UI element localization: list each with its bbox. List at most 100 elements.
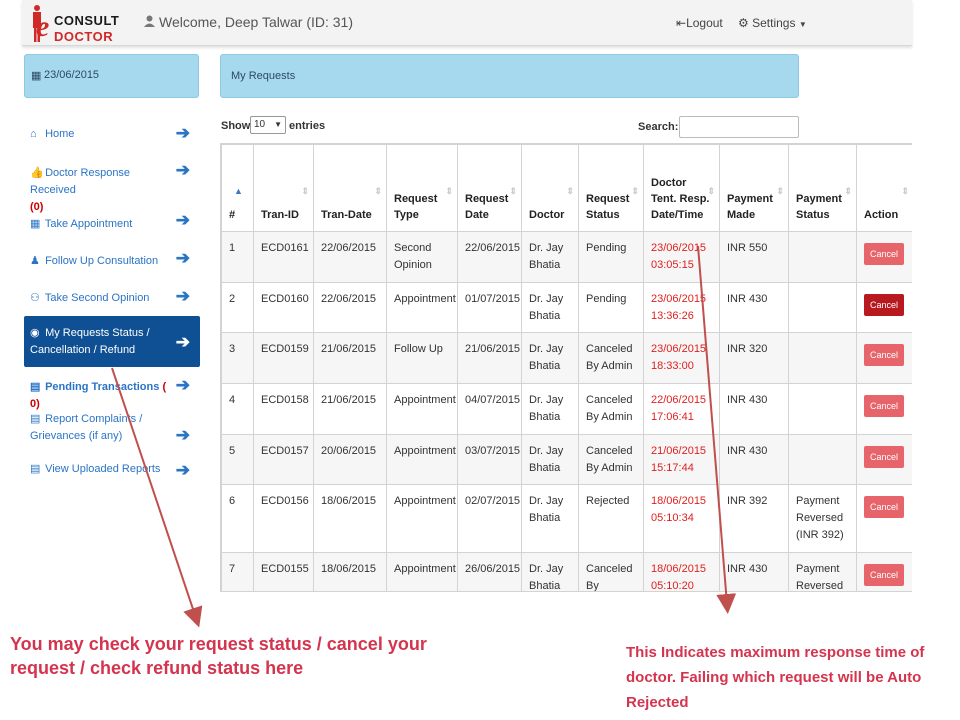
cell-tran-date: 22/06/2015 — [313, 282, 387, 333]
sidebar-item-report-complaints[interactable]: ▤ Report Complaints / Grievances (if any… — [24, 403, 200, 455]
table-row: 6 ECD0156 18/06/2015 Appointment 02/07/2… — [221, 484, 912, 553]
column-header[interactable]: Request Status ⇕ — [578, 144, 644, 232]
show-label: Show — [221, 120, 251, 132]
cancel-button[interactable]: Cancel — [864, 496, 904, 518]
calendar-icon: ▦ — [30, 218, 41, 230]
entries-value: 10 — [254, 119, 266, 130]
column-header[interactable]: Payment Status ⇕ — [788, 144, 857, 232]
cancel-button[interactable]: Cancel — [864, 446, 904, 468]
column-header[interactable]: Request Type ⇕ — [386, 144, 458, 232]
column-header[interactable]: # ▲ — [221, 144, 254, 232]
top-navbar: e CONSULT DOCTOR Welcome, Deep Talwar (I… — [22, 0, 912, 46]
sidebar-item-doctor-response[interactable]: 👍 Doctor Response Received (0) ➔ — [24, 154, 200, 214]
cancel-button[interactable]: Cancel — [864, 344, 904, 366]
cell-request-status: Rejected — [578, 484, 644, 553]
cell-tran-date: 18/06/2015 — [313, 552, 387, 591]
cell-tran-id: ECD0155 — [253, 552, 314, 591]
sidebar-item-label: Report Complaints / Grievances (if any) — [30, 413, 143, 442]
sidebar-item-my-requests[interactable]: ◉ My Requests Status / Cancellation / Re… — [24, 316, 200, 367]
logout-link[interactable]: ⇤Logout — [676, 16, 723, 30]
cell-tran-date: 21/06/2015 — [313, 383, 387, 435]
sidebar-item-follow-up[interactable]: ♟ Follow Up Consultation ➔ — [24, 239, 200, 276]
sidebar-item-take-appointment[interactable]: ▦ Take Appointment ➔ — [24, 201, 200, 239]
sidebar-item-pending-transactions[interactable]: ▤ Pending Transactions ( 0) ➔ — [24, 367, 200, 411]
cell-tran-date: 18/06/2015 — [313, 484, 387, 553]
column-header[interactable]: Action ⇕ — [856, 144, 912, 232]
thumbs-up-icon: 👍 — [30, 167, 44, 179]
table-row: 5 ECD0157 20/06/2015 Appointment 03/07/2… — [221, 434, 912, 485]
annotation-response-time: This Indicates maximum response time of … — [626, 644, 925, 711]
cell-tran-id: ECD0161 — [253, 231, 314, 283]
cell-request-date: 21/06/2015 — [457, 332, 522, 384]
sort-icon: ⇕ — [844, 186, 852, 196]
cell-tran-date: 22/06/2015 — [313, 231, 387, 283]
sort-icon: ⇕ — [776, 186, 784, 196]
cancel-button[interactable]: Cancel — [864, 243, 904, 265]
gear-icon: ⚙ — [738, 16, 749, 30]
cell-payment-made: INR 430 — [719, 282, 789, 333]
requests-table: # ▲ Tran-ID ⇕ Tran-Date ⇕ Request Type ⇕ Req… — [221, 144, 912, 591]
cell-payment-made: INR 320 — [719, 332, 789, 384]
sidebar-item-label: Home — [45, 128, 75, 140]
cell-tran-id: ECD0158 — [253, 383, 314, 435]
cell-payment-made: INR 430 — [719, 383, 789, 435]
sidebar-item-label: My Requests Status / Cancellation / Refu… — [30, 327, 150, 356]
cell-payment-status: Payment Reversed — [788, 552, 857, 591]
cell-payment-made: INR 430 — [719, 434, 789, 485]
cell-tran-date: 21/06/2015 — [313, 332, 387, 384]
settings-menu[interactable]: ⚙ Settings ▼ — [738, 16, 807, 30]
caret-down-icon: ▼ — [798, 20, 807, 29]
column-header[interactable]: Doctor Tent. Resp. Date/Time ⇕ — [643, 144, 720, 232]
arrow-right-icon: ➔ — [175, 425, 190, 445]
cell-tran-id: ECD0159 — [253, 332, 314, 384]
cell-tran-id: ECD0156 — [253, 484, 314, 553]
cell-request-type: Follow Up — [386, 332, 458, 384]
cell-no: 2 — [221, 282, 254, 333]
column-header[interactable]: Doctor ⇕ — [521, 144, 579, 232]
cell-doctor: Dr. Jay Bhatia — [521, 434, 579, 485]
table-header-row: # ▲ Tran-ID ⇕ Tran-Date ⇕ Request Type ⇕ Req… — [221, 144, 912, 232]
column-header[interactable]: Request Date ⇕ — [457, 144, 522, 232]
cell-response-time: 22/06/2015 17:06:41 — [643, 383, 720, 435]
calendar-icon: ▦ — [31, 70, 42, 82]
column-header[interactable]: Tran-Date ⇕ — [313, 144, 387, 232]
search-input[interactable] — [679, 116, 799, 138]
table-row: 1 ECD0161 22/06/2015 Second Opinion 22/0… — [221, 231, 912, 283]
logout-label: Logout — [686, 16, 723, 30]
column-header[interactable]: Payment Made ⇕ — [719, 144, 789, 232]
cell-response-time: 18/06/2015 05:10:34 — [643, 484, 720, 553]
sidebar-item-home[interactable]: ⌂ Home ➔ — [24, 112, 200, 154]
cell-no: 7 — [221, 552, 254, 591]
cancel-button[interactable]: Cancel — [864, 564, 904, 586]
cell-payment-made: INR 550 — [719, 231, 789, 283]
page-title-panel: My Requests — [220, 54, 799, 98]
cell-doctor: Dr. Jay Bhatia — [521, 332, 579, 384]
table-row: 7 ECD0155 18/06/2015 Appointment 26/06/2… — [221, 552, 912, 591]
arrow-right-icon: ➔ — [175, 286, 190, 306]
cell-payment-status — [788, 383, 857, 435]
person-icon: ♟ — [30, 255, 40, 267]
settings-label: Settings — [752, 16, 796, 30]
table-row: 3 ECD0159 21/06/2015 Follow Up 21/06/201… — [221, 332, 912, 384]
column-header[interactable]: Tran-ID ⇕ — [253, 144, 314, 232]
sidebar-item-second-opinion[interactable]: ⚇ Take Second Opinion ➔ — [24, 276, 200, 316]
brand-logo[interactable]: e CONSULT DOCTOR — [24, 4, 124, 44]
cancel-button[interactable]: Cancel — [864, 395, 904, 417]
table-row: 4 ECD0158 21/06/2015 Appointment 04/07/2… — [221, 383, 912, 435]
annotation-request-status: You may check your request status / canc… — [10, 634, 427, 678]
cancel-button[interactable]: Cancel — [864, 294, 904, 316]
sidebar-item-label: Doctor Response Received — [30, 167, 131, 196]
cell-response-time: 23/06/2015 18:33:00 — [643, 332, 720, 384]
entries-select[interactable]: 10 ▼ — [250, 116, 286, 134]
sort-icon: ⇕ — [509, 186, 517, 196]
search-label: Search: — [638, 121, 679, 133]
sidebar-item-view-reports[interactable]: ▤ View Uploaded Reports ➔ — [24, 455, 200, 485]
cell-payment-status: Payment Reversed (INR 392) — [788, 484, 857, 553]
cell-request-type: Second Opinion — [386, 231, 458, 283]
welcome-message: Welcome, Deep Talwar (ID: 31) — [144, 14, 353, 30]
cell-payment-made: INR 430 — [719, 552, 789, 591]
requests-table-wrapper: # ▲ Tran-ID ⇕ Tran-Date ⇕ Request Type ⇕ Req… — [220, 143, 912, 592]
cell-no: 5 — [221, 434, 254, 485]
sidebar-item-label: Pending Transactions — [45, 381, 160, 393]
cell-no: 3 — [221, 332, 254, 384]
